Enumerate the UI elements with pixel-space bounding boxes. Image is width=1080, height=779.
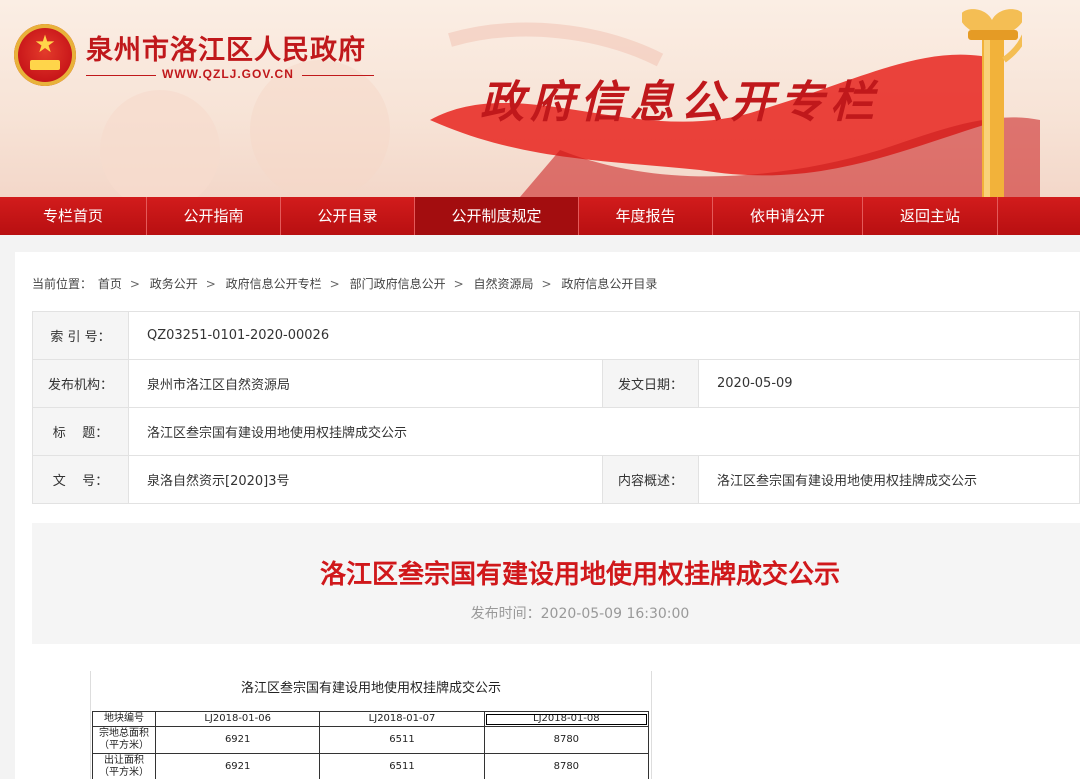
main-nav: 专栏首页 公开指南 公开目录 公开制度规定 年度报告 依申请公开 返回主站 <box>0 197 1080 235</box>
table-cell: 6921 <box>154 726 321 754</box>
document-image: 洛江区叁宗国有建设用地使用权挂牌成交公示 地块编号 LJ2018-01-06 L… <box>90 671 652 779</box>
table-row: 出让面积 （平方米） 6921 6511 8780 <box>92 753 650 779</box>
breadcrumb-info-column[interactable]: 政府信息公开专栏 <box>226 277 322 291</box>
nav-item-back-main[interactable]: 返回主站 <box>863 197 998 235</box>
breadcrumb-sep: > <box>453 277 464 291</box>
url-divider-right <box>302 75 374 76</box>
breadcrumb-dept-info[interactable]: 部门政府信息公开 <box>350 277 446 291</box>
breadcrumb-sep: > <box>129 277 140 291</box>
summary-label: 内容概述： <box>602 455 699 504</box>
header-banner: ★ 泉州市洛江区人民政府 WWW.QZLJ.GOV.CN 政府信息公开专栏 <box>0 0 1080 197</box>
date-label: 发文日期： <box>602 359 699 408</box>
row-header-parcel-no: 地块编号 <box>92 711 156 727</box>
breadcrumb: 当前位置： 首页 > 政务公开 > 政府信息公开专栏 > 部门政府信息公开 > 自然资源… <box>32 275 663 292</box>
table-row: 地块编号 LJ2018-01-06 LJ2018-01-07 LJ2018-01… <box>92 711 650 727</box>
site-url[interactable]: WWW.QZLJ.GOV.CN <box>162 67 294 81</box>
doc-table-title: 洛江区叁宗国有建设用地使用权挂牌成交公示 <box>240 681 501 696</box>
column-header: LJ2018-01-06 <box>154 711 321 727</box>
table-cell: 8780 <box>483 753 650 779</box>
title-label: 标 题： <box>32 407 129 456</box>
docno-label: 文 号： <box>32 455 129 504</box>
url-divider-left <box>86 75 156 76</box>
huabiao-pillar-icon <box>962 9 1022 197</box>
title-value: 洛江区叁宗国有建设用地使用权挂牌成交公示 <box>128 407 1080 456</box>
nav-item-guide[interactable]: 公开指南 <box>147 197 281 235</box>
meta-row: 文 号： 泉洛自然资示[2020]3号 内容概述： 洛江区叁宗国有建设用地使用权… <box>32 455 1080 504</box>
table-cell: 8780 <box>483 726 650 754</box>
org-label: 发布机构： <box>32 359 129 408</box>
breadcrumb-gov-affairs[interactable]: 政务公开 <box>150 277 198 291</box>
meta-row: 标 题： 洛江区叁宗国有建设用地使用权挂牌成交公示 <box>32 407 1080 456</box>
meta-row: 发布机构： 泉州市洛江区自然资源局 发文日期： 2020-05-09 <box>32 359 1080 408</box>
nav-item-catalog[interactable]: 公开目录 <box>281 197 415 235</box>
table-cell: 6921 <box>154 753 321 779</box>
org-value: 泉州市洛江区自然资源局 <box>128 359 603 408</box>
nav-item-apply[interactable]: 依申请公开 <box>713 197 863 235</box>
date-value: 2020-05-09 <box>698 359 1080 408</box>
row-header-transfer-area: 出让面积 （平方米） <box>92 753 156 779</box>
national-emblem-icon: ★ <box>14 24 76 86</box>
table-row: 宗地总面积 （平方米） 6921 6511 8780 <box>92 726 650 754</box>
article-title: 洛江区叁宗国有建设用地使用权挂牌成交公示 <box>319 560 840 590</box>
breadcrumb-bureau[interactable]: 自然资源局 <box>473 277 533 291</box>
table-cell: 6511 <box>319 753 485 779</box>
index-label: 索 引 号： <box>32 311 129 360</box>
site-name[interactable]: 泉州市洛江区人民政府 <box>86 28 366 67</box>
nav-item-regulations[interactable]: 公开制度规定 <box>415 197 579 235</box>
table-cell: 6511 <box>319 726 485 754</box>
nav-item-home[interactable]: 专栏首页 <box>0 197 147 235</box>
breadcrumb-sep: > <box>541 277 552 291</box>
document-meta-table: 索 引 号： QZ03251-0101-2020-00026 发布机构： 泉州市… <box>32 311 1080 504</box>
breadcrumb-label: 当前位置： <box>32 277 93 291</box>
column-header: LJ2018-01-07 <box>319 711 485 727</box>
breadcrumb-sep: > <box>205 277 216 291</box>
publish-time: 发布时间：2020-05-09 16:30:00 <box>470 606 690 622</box>
column-header-selected: LJ2018-01-08 <box>483 711 650 727</box>
nav-item-annual-report[interactable]: 年度报告 <box>579 197 713 235</box>
breadcrumb-home[interactable]: 首页 <box>98 277 122 291</box>
meta-row: 索 引 号： QZ03251-0101-2020-00026 <box>32 311 1080 360</box>
breadcrumb-sep: > <box>329 277 340 291</box>
docno-value: 泉洛自然资示[2020]3号 <box>128 455 603 504</box>
breadcrumb-catalog[interactable]: 政府信息公开目录 <box>561 277 657 291</box>
index-value: QZ03251-0101-2020-00026 <box>128 311 1080 360</box>
banner-title: 政府信息公开专栏 <box>480 77 880 128</box>
parcel-table: 地块编号 LJ2018-01-06 LJ2018-01-07 LJ2018-01… <box>92 711 650 779</box>
row-header-total-area: 宗地总面积 （平方米） <box>92 726 156 754</box>
summary-value: 洛江区叁宗国有建设用地使用权挂牌成交公示 <box>698 455 1080 504</box>
